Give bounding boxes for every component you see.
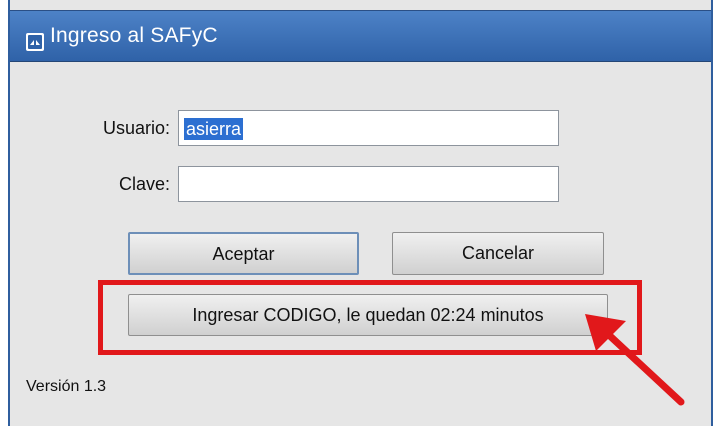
version-label: Versión 1.3 <box>26 378 107 395</box>
cancel-button[interactable]: Cancelar <box>392 232 604 275</box>
accept-button[interactable]: Aceptar <box>128 232 359 275</box>
user-label: Usuario: <box>102 118 170 138</box>
selected-user-text: asierra <box>184 118 244 140</box>
highlight-box <box>98 280 642 355</box>
red-arrow-annotation <box>585 314 685 406</box>
java-applet-icon <box>26 33 44 51</box>
title-bar: Ingreso al SAFyC <box>10 10 711 62</box>
password-input[interactable] <box>178 166 559 202</box>
password-label: Clave: <box>118 174 170 194</box>
window-title: Ingreso al SAFyC <box>50 24 218 47</box>
